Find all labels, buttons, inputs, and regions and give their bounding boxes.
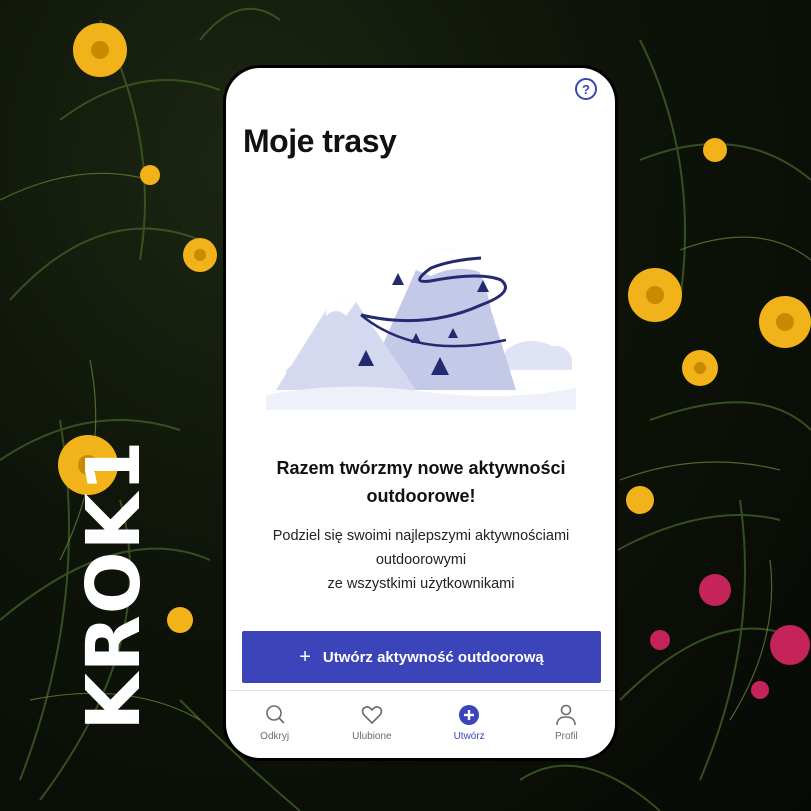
nav-label: Ulubione (352, 731, 392, 742)
nav-label: Utwórz (453, 731, 485, 742)
create-activity-button[interactable]: + Utwórz aktywność outdoorową (242, 631, 601, 683)
bottom-nav: Odkryj Ulubione Utwórz Profil (226, 690, 615, 758)
page-title: Moje trasy (243, 123, 397, 159)
nav-item-create[interactable]: Utwórz (429, 703, 509, 758)
empty-state-description: Podziel się swoimi najlepszymi aktywnośc… (240, 524, 602, 596)
description-line: Podziel się swoimi najlepszymi aktywnośc… (272, 528, 570, 544)
person-icon (556, 704, 577, 726)
description-line: ze wszystkimi użytkownikami (327, 576, 515, 592)
plus-circle-icon (459, 705, 480, 725)
create-activity-label: Utwórz aktywność outdoorową (322, 648, 544, 666)
question-circle-icon[interactable]: ? (575, 78, 597, 100)
nav-item-discover[interactable]: Odkryj (235, 703, 315, 758)
description-line: outdoorowymi (375, 552, 467, 568)
nav-label: Profil (554, 731, 578, 742)
plus-icon: + (299, 645, 311, 668)
search-icon (265, 705, 285, 724)
nav-label: Odkryj (260, 731, 290, 742)
phone-screen: ? Moje trasy Razem twórzmy nowe aktywnoś… (226, 68, 615, 758)
nav-item-favorites[interactable]: Ulubione (332, 703, 412, 758)
side-label: KROK1 (71, 439, 157, 731)
nav-item-profile[interactable]: Profil (526, 703, 606, 758)
empty-state-headline: Razem twórzmy nowe aktywności outdoorowe… (276, 458, 566, 506)
mountains-illustration (266, 249, 576, 410)
heart-icon (361, 706, 383, 725)
